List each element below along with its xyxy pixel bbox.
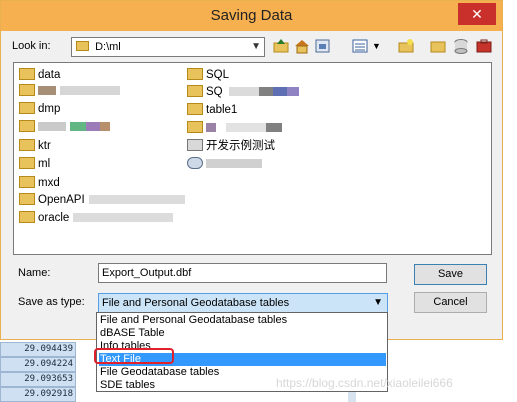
file-name: SQ: [206, 86, 223, 98]
list-item[interactable]: SQL: [187, 67, 229, 83]
file-name: OpenAPI: [38, 194, 85, 206]
database-icon[interactable]: [452, 37, 470, 55]
list-item[interactable]: data: [19, 67, 60, 83]
list-item[interactable]: [187, 156, 262, 172]
chevron-down-icon: ▼: [251, 41, 261, 52]
look-in-label: Look in:: [12, 40, 51, 52]
type-option[interactable]: dBASE Table: [99, 327, 386, 340]
table-cell: 29.092918: [0, 387, 76, 402]
title-bar[interactable]: Saving Data ✕: [1, 1, 502, 31]
saving-data-dialog: Saving Data ✕ Look in: D:\ml ▼ ▼ data dm…: [0, 0, 503, 340]
file-name: ml: [38, 158, 51, 170]
folder-icon: [19, 175, 35, 188]
list-item[interactable]: SQ: [187, 84, 299, 100]
highlight-annotation: [94, 348, 174, 364]
file-name: table1: [206, 104, 238, 116]
file-list[interactable]: data dmp ktr ml mxd OpenAPI oracle SQL S…: [13, 62, 492, 255]
connect-folder-icon[interactable]: [314, 37, 332, 55]
close-icon: ✕: [471, 6, 483, 22]
save-as-type-value: File and Personal Geodatabase tables: [102, 297, 290, 309]
new-folder-icon[interactable]: [397, 37, 415, 55]
table-cell: 29.094224: [0, 357, 76, 372]
file-name: ktr: [38, 140, 51, 152]
file-name: oracle: [38, 212, 70, 224]
chevron-down-icon: ▼: [373, 297, 383, 308]
folder-icon: [19, 210, 35, 223]
save-as-type-label: Save as type:: [18, 296, 85, 308]
list-item[interactable]: ktr: [19, 138, 51, 154]
folder-icon: [76, 41, 89, 52]
name-field[interactable]: Export_Output.dbf: [98, 263, 387, 283]
folder-icon: [187, 84, 203, 97]
folder-icon: [19, 138, 35, 151]
list-item[interactable]: [187, 120, 282, 136]
view-dropdown-icon[interactable]: ▼: [372, 37, 390, 55]
list-item[interactable]: dmp: [19, 101, 60, 117]
folder-icon: [19, 192, 35, 205]
folder-icon: [19, 119, 35, 132]
home-icon[interactable]: [293, 37, 311, 55]
save-button[interactable]: Save: [414, 264, 487, 285]
list-item[interactable]: table1: [187, 102, 237, 118]
list-item[interactable]: ml: [19, 156, 50, 172]
database-icon: [187, 156, 203, 169]
folder-icon: [187, 102, 203, 115]
file-name: SQL: [206, 69, 230, 81]
folder-icon: [19, 156, 35, 169]
list-item[interactable]: oracle: [19, 210, 174, 226]
save-as-type-select[interactable]: File and Personal Geodatabase tables ▼: [98, 293, 388, 313]
file-name: dmp: [38, 103, 61, 115]
file-name: mxd: [38, 177, 60, 189]
file-name: data: [38, 69, 61, 81]
list-item[interactable]: 开发示例测试: [187, 138, 275, 154]
look-in-value: D:\ml: [95, 41, 121, 53]
folder-icon: [187, 120, 203, 133]
watermark: https://blog.csdn.net/xiaoleilei666: [276, 376, 453, 390]
folder-icon: [19, 67, 35, 80]
file-name: 开发示例测试: [206, 140, 275, 152]
close-button[interactable]: ✕: [458, 3, 496, 25]
database-icon: [187, 138, 203, 151]
toolbox-icon[interactable]: [475, 37, 493, 55]
cancel-button[interactable]: Cancel: [414, 292, 487, 313]
folder-icon[interactable]: [429, 37, 447, 55]
folder-icon: [19, 101, 35, 114]
list-item[interactable]: mxd: [19, 175, 60, 191]
table-cell: 29.093653: [0, 372, 76, 387]
folder-icon: [19, 83, 35, 96]
type-option[interactable]: File and Personal Geodatabase tables: [99, 314, 386, 327]
view-list-icon[interactable]: [351, 37, 369, 55]
folder-icon: [187, 67, 203, 80]
name-label: Name:: [18, 267, 51, 279]
list-item[interactable]: [19, 119, 110, 135]
table-cell: 29.094439: [0, 342, 76, 357]
list-item[interactable]: [19, 83, 120, 99]
list-item[interactable]: OpenAPI: [19, 192, 185, 208]
dialog-title: Saving Data: [210, 7, 293, 24]
look-in-combo[interactable]: D:\ml ▼: [71, 37, 265, 57]
up-folder-icon[interactable]: [272, 37, 290, 55]
